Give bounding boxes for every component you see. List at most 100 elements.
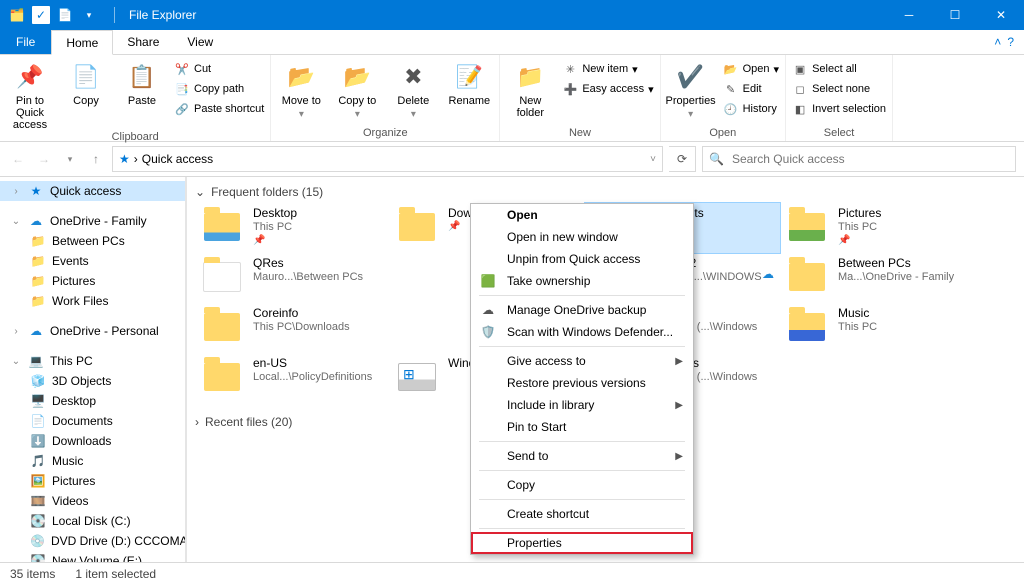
easy-access-button[interactable]: ➕Easy access ▾ [562, 81, 653, 97]
qat-properties-icon[interactable]: ✓ [32, 6, 50, 24]
rename-button[interactable]: 📝Rename [445, 57, 493, 107]
minimize-button[interactable]: ─ [886, 0, 932, 30]
sidebar-item-downloads[interactable]: ⬇️Downloads [0, 431, 185, 451]
address-bar[interactable]: ★ › Quick access ˅ [112, 146, 663, 172]
invert-selection-button[interactable]: ◧Invert selection [792, 101, 886, 117]
ctx-pin-to-start[interactable]: Pin to Start [471, 416, 693, 438]
item-desktop[interactable]: DesktopThis PC📌 [195, 203, 390, 253]
share-tab[interactable]: Share [113, 30, 173, 54]
sidebar-item-documents[interactable]: 📄Documents [0, 411, 185, 431]
search-input[interactable] [730, 151, 1009, 167]
ctx-give-access-to[interactable]: Give access to▶ [471, 350, 693, 372]
move-to-button[interactable]: 📂Move to▾ [277, 57, 325, 121]
sidebar-item-between-pcs[interactable]: 📁Between PCs [0, 231, 185, 251]
pin-icon: 📌 [253, 234, 297, 248]
context-menu: Open Open in new window Unpin from Quick… [470, 203, 694, 555]
qat-newfolder-icon[interactable]: 📄 [56, 6, 74, 24]
new-folder-button[interactable]: 📁New folder [506, 57, 554, 119]
ribbon: 📌Pin to Quick access 📄Copy 📋Paste ✂️Cut … [0, 55, 1024, 142]
sidebar-item-work-files[interactable]: 📁Work Files [0, 291, 185, 311]
sidebar-item-events[interactable]: 📁Events [0, 251, 185, 271]
copy-button[interactable]: 📄Copy [62, 57, 110, 107]
sidebar-item-onedrive-personal[interactable]: ›☁OneDrive - Personal [0, 321, 185, 341]
search-box[interactable]: 🔍 [702, 146, 1016, 172]
ctx-include-in-library[interactable]: Include in library▶ [471, 394, 693, 416]
help-icon[interactable]: ? [1007, 35, 1014, 49]
ctx-take-ownership[interactable]: 🟩Take ownership [471, 270, 693, 292]
home-tab[interactable]: Home [51, 30, 113, 55]
content-area: ⌄Frequent folders (15) DesktopThis PC📌 D… [187, 177, 1024, 562]
ctx-send-to[interactable]: Send to▶ [471, 445, 693, 467]
folder-icon [201, 256, 243, 298]
sidebar-item-onedrive-family[interactable]: ⌄☁OneDrive - Family [0, 211, 185, 231]
history-button[interactable]: 🕘History [723, 101, 779, 117]
ribbon-collapse-icon[interactable]: ˄ [994, 35, 1001, 49]
ctx-scan-defender[interactable]: 🛡️Scan with Windows Defender... [471, 321, 693, 343]
item-music[interactable]: MusicThis PC [780, 303, 975, 353]
item-coreinfo[interactable]: CoreinfoThis PC\Downloads [195, 303, 390, 353]
item-qres[interactable]: ✔ QResMauro...\Between PCs [195, 253, 390, 303]
sidebar-item-local-disk-c[interactable]: 💽Local Disk (C:) [0, 511, 185, 531]
ctx-create-shortcut[interactable]: Create shortcut [471, 503, 693, 525]
quick-access-icon: ★ [119, 152, 130, 166]
ribbon-group-new: New [569, 127, 591, 141]
ctx-restore-previous[interactable]: Restore previous versions [471, 372, 693, 394]
item-between-pcs[interactable]: ☁ Between PCsMa...\OneDrive - Family [780, 253, 975, 303]
ribbon-group-open: Open [709, 127, 736, 141]
sidebar-item-music[interactable]: 🎵Music [0, 451, 185, 471]
ctx-open-new-window[interactable]: Open in new window [471, 226, 693, 248]
folder-icon [786, 306, 828, 348]
cut-button[interactable]: ✂️Cut [174, 61, 264, 77]
frequent-folders-header[interactable]: ⌄Frequent folders (15) [195, 181, 1016, 203]
properties-button[interactable]: ✔️Properties▾ [667, 57, 715, 121]
qat-dropdown-icon[interactable]: ▾ [80, 6, 98, 24]
address-dropdown-icon[interactable]: ˅ [650, 154, 656, 165]
paste-button[interactable]: 📋Paste [118, 57, 166, 107]
select-all-button[interactable]: ▣Select all [792, 61, 886, 77]
sidebar-item-pictures[interactable]: 📁Pictures [0, 271, 185, 291]
recent-locations-button[interactable]: ▾ [60, 149, 80, 169]
paste-shortcut-button[interactable]: 🔗Paste shortcut [174, 101, 264, 117]
new-item-button[interactable]: ✳New item ▾ [562, 61, 653, 77]
view-tab[interactable]: View [173, 30, 227, 54]
drive-icon: ⊞ [396, 356, 438, 398]
pin-to-quick-access-button[interactable]: 📌Pin to Quick access [6, 57, 54, 131]
sidebar-item-dvd-drive[interactable]: 💿DVD Drive (D:) CCCOMA_X64 [0, 531, 185, 551]
pin-icon: 📌 [838, 234, 881, 248]
ribbon-group-select: Select [824, 127, 855, 141]
forward-button[interactable]: → [34, 149, 54, 169]
up-button[interactable]: ↑ [86, 149, 106, 169]
sidebar-item-this-pc[interactable]: ⌄💻This PC [0, 351, 185, 371]
file-tab[interactable]: File [0, 30, 51, 54]
ctx-open[interactable]: Open [471, 204, 693, 226]
folder-icon [786, 206, 828, 248]
ctx-copy[interactable]: Copy [471, 474, 693, 496]
folder-icon [201, 306, 243, 348]
sidebar-item-desktop[interactable]: 🖥️Desktop [0, 391, 185, 411]
sidebar-item-new-volume-e[interactable]: 💽New Volume (E:) [0, 551, 185, 562]
refresh-button[interactable]: ⟳ [669, 146, 696, 172]
quick-access-toolbar: 🗂️ ✓ 📄 ▾ [0, 6, 106, 24]
sidebar-item-3d-objects[interactable]: 🧊3D Objects [0, 371, 185, 391]
copy-path-button[interactable]: 📑Copy path [174, 81, 264, 97]
folder-icon [201, 206, 243, 248]
item-en-us[interactable]: en-USLocal...\PolicyDefinitions [195, 353, 390, 403]
sidebar-item-quick-access[interactable]: ›★Quick access [0, 181, 185, 201]
select-none-button[interactable]: ◻Select none [792, 81, 886, 97]
copy-to-button[interactable]: 📂Copy to▾ [333, 57, 381, 121]
open-split-button[interactable]: 📂Open ▾ [723, 61, 779, 77]
breadcrumb: Quick access [142, 152, 213, 166]
delete-button[interactable]: ✖Delete▾ [389, 57, 437, 121]
sidebar-item-pictures-pc[interactable]: 🖼️Pictures [0, 471, 185, 491]
ctx-manage-onedrive-backup[interactable]: ☁Manage OneDrive backup [471, 299, 693, 321]
title-bar: 🗂️ ✓ 📄 ▾ File Explorer ─ ☐ ✕ [0, 0, 1024, 30]
back-button[interactable]: ← [8, 149, 28, 169]
ctx-unpin-quick-access[interactable]: Unpin from Quick access [471, 248, 693, 270]
folder-icon [786, 256, 828, 298]
maximize-button[interactable]: ☐ [932, 0, 978, 30]
item-pictures[interactable]: PicturesThis PC📌 [780, 203, 975, 253]
ctx-properties[interactable]: Properties [471, 532, 693, 554]
sidebar-item-videos[interactable]: 🎞️Videos [0, 491, 185, 511]
edit-button[interactable]: ✎Edit [723, 81, 779, 97]
close-button[interactable]: ✕ [978, 0, 1024, 30]
